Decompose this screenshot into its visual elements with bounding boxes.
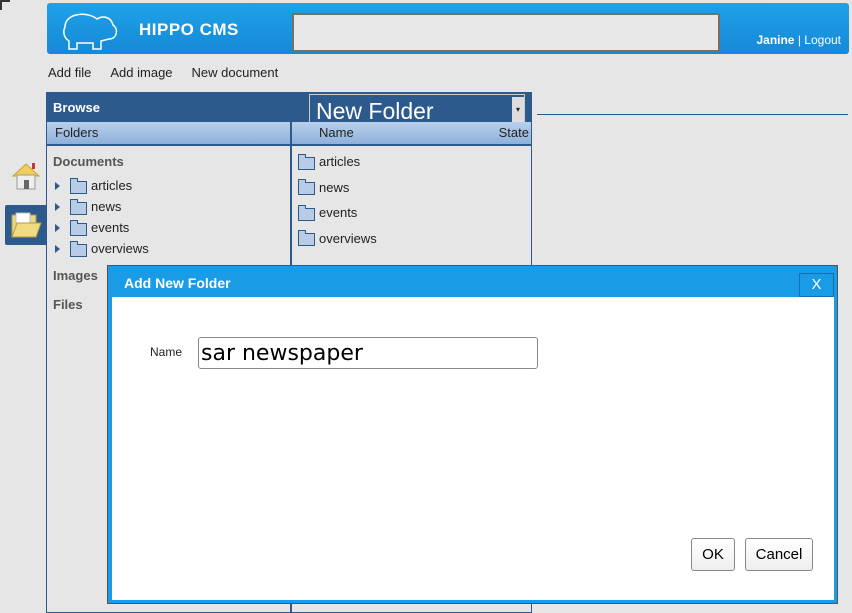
list-item-label: overviews [319,230,377,246]
expand-icon[interactable] [55,223,60,232]
new-folder-dropdown[interactable]: New Folder ▾ [309,94,525,124]
dialog-title: Add New Folder [124,275,231,291]
house-icon [11,163,41,190]
tree-item[interactable]: events [55,217,149,238]
section-files[interactable]: Files [53,297,83,312]
tree-item[interactable]: news [55,196,149,217]
logout-link[interactable]: Logout [804,33,841,47]
folder-name-input[interactable] [198,337,538,369]
tree-item[interactable]: articles [55,175,149,196]
list-item-label: articles [319,154,361,169]
separator: | [797,33,801,47]
section-images[interactable]: Images [53,268,98,283]
logo-text: HIPPO CMS [139,20,239,39]
list-item[interactable]: events [298,200,377,226]
list-item[interactable]: articles [298,149,377,175]
list-item[interactable]: news [298,175,377,201]
browse-title: Browse [53,100,100,115]
name-column-header[interactable]: Name [319,125,354,140]
ok-button[interactable]: OK [691,538,735,571]
hippo-logo-icon [63,13,118,50]
tree-item-label: articles [91,178,133,193]
folder-icon [70,177,87,194]
folder-icon [298,230,315,247]
add-file-button[interactable]: Add file [48,65,91,80]
folder-tree: articles news events overviews [55,175,149,259]
folder-icon [11,212,42,238]
add-image-button[interactable]: Add image [110,65,172,80]
folder-icon [70,240,87,257]
list-item-label: news [319,179,350,195]
folder-list: articles news events overviews [298,149,377,251]
column-header-bar: Folders Name State [47,122,531,146]
expand-icon[interactable] [55,244,60,253]
add-folder-dialog: Add New Folder X Name OK Cancel [107,265,838,604]
folders-header: Folders [55,125,99,140]
state-column-header[interactable]: State [499,125,529,140]
tree-item-label: events [91,220,130,235]
cancel-button[interactable]: Cancel [745,538,813,571]
username: Janine [756,33,795,47]
toolbar: Add file Add image New document [48,65,278,80]
name-label: Name [150,345,183,359]
expand-icon[interactable] [55,181,60,190]
divider-line [537,114,848,115]
chevron-down-icon[interactable]: ▾ [512,97,524,123]
dialog-title-bar[interactable]: Add New Folder X [112,270,834,297]
new-document-button[interactable]: New document [192,65,279,80]
nav-home[interactable] [10,160,42,192]
close-button[interactable]: X [799,273,834,297]
folder-icon [70,219,87,236]
folder-icon [298,153,315,170]
tree-item-label: overviews [91,241,149,256]
folder-icon [298,179,315,196]
search-input[interactable] [292,13,720,52]
folder-icon [70,198,87,215]
app-header: HIPPO CMS Janine | Logout [47,3,849,54]
tree-item[interactable]: overviews [55,238,149,259]
folder-icon [298,204,315,221]
list-item[interactable]: overviews [298,226,377,252]
nav-documents[interactable] [5,205,46,245]
user-info: Janine | Logout [756,33,841,47]
section-documents[interactable]: Documents [53,154,124,169]
tree-item-label: news [91,199,122,214]
list-item-label: events [319,205,358,220]
new-folder-label: New Folder [316,98,434,124]
expand-icon[interactable] [55,202,60,211]
corner-mark [0,0,10,10]
dialog-body: Name OK Cancel [112,297,834,600]
